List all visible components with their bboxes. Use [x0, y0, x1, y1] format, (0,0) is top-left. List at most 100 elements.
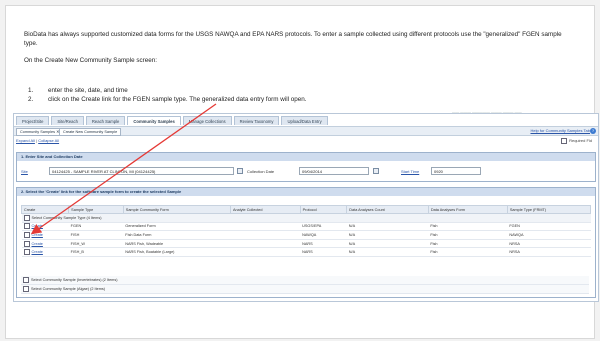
cell-count: N/A — [346, 230, 429, 240]
tab-bar: Project/Site Site/Reach Reach Sample Com… — [14, 116, 328, 125]
panel1-title: 1. Enter Site and Collection Date — [17, 153, 595, 161]
table-row: Create FISH_W NARS Fish, Wadeable NARS N… — [21, 239, 591, 249]
group-label: Select Community Sample (Algae) (2 Items… — [31, 287, 106, 291]
column-header[interactable]: Create — [20, 205, 70, 214]
tab-upload-data-entry[interactable]: Upload/Data Entry — [281, 116, 328, 125]
tab-manage-collections[interactable]: Manage Collections — [182, 116, 232, 125]
group-label: Select Community Sample (Invertebrates) … — [31, 278, 118, 282]
start-time-label[interactable]: Start Time — [401, 169, 419, 174]
step-text: click on the Create link for the FGEN sa… — [48, 96, 307, 103]
cell-protocol: NARS — [300, 247, 347, 257]
cell-protocol: NARS — [300, 239, 347, 249]
column-header[interactable]: Protocol — [299, 205, 348, 214]
cell-sample-type: FISH_B — [68, 247, 124, 257]
group-row[interactable]: Select Community Sample Type (4 Items) — [21, 213, 591, 223]
tab-community-samples[interactable]: Community Samples — [127, 116, 181, 125]
site-label[interactable]: Site — [21, 169, 28, 174]
cell-data-form: Fish — [428, 247, 508, 257]
group-row[interactable]: Select Community Sample (Invertebrates) … — [21, 276, 589, 285]
column-header[interactable]: Sample Type — [68, 205, 124, 214]
start-time-field[interactable]: 0920 — [431, 167, 481, 175]
cell-form: Generalized Form — [123, 222, 231, 232]
sample-type-panel: 2. Select the 'Create' link for the soft… — [16, 187, 596, 298]
biodata-app-screenshot: Project/Site Site/Reach Reach Sample Com… — [13, 113, 599, 302]
expand-all-link[interactable]: Expand All — [16, 138, 35, 143]
collapsed-groups: Select Community Sample (Invertebrates) … — [21, 276, 589, 294]
cell-form: NARS Fish, Wadeable — [123, 239, 231, 249]
step-number: 2. — [28, 96, 34, 103]
intro-lead: On the Create New Community Sample scree… — [24, 57, 157, 64]
table-row: Create FGEN Generalized Form USGS/EPA N/… — [21, 222, 591, 232]
tab-site-reach[interactable]: Site/Reach — [51, 116, 84, 125]
cell-protocol: NAWQA — [300, 230, 347, 240]
create-link[interactable]: Create — [32, 233, 43, 237]
group-row[interactable]: Select Community Sample (Algae) (2 Items… — [21, 285, 589, 294]
cell-code: NRSA — [507, 247, 591, 257]
cell-count: N/A — [346, 239, 429, 249]
sub-toolbar: Community Samples ✕ Create New Community… — [14, 126, 598, 136]
cell-data-form: Fish — [428, 222, 508, 232]
create-link-fgen[interactable]: Create — [32, 224, 43, 228]
column-header[interactable]: Data Analyses Form — [427, 205, 508, 214]
expand-collapse-controls: Expand All | Collapse All — [16, 138, 60, 143]
tab-review-taxonomy[interactable]: Review Taxonomy — [233, 116, 280, 125]
group-label: Select Community Sample Type (4 Items) — [31, 215, 102, 220]
cell-analyte — [230, 239, 301, 249]
step-item: 1. enter the site, date, and time — [28, 86, 307, 95]
step-item: 2. click on the Create link for the FGEN … — [28, 95, 307, 104]
required-checkbox-icon — [561, 138, 568, 144]
step-text: enter the site, date, and time — [48, 87, 128, 94]
collection-date-field[interactable]: 09/04/2014 — [299, 167, 369, 175]
required-label: Required Fld — [569, 138, 592, 144]
site-row: Site 04124425 - SAMPLE RIVER AT CLINTON,… — [21, 167, 591, 177]
date-label: Collection Date — [247, 169, 275, 174]
row-checkbox[interactable] — [23, 231, 30, 238]
cell-code: NRSA — [507, 239, 591, 249]
calendar-icon[interactable] — [373, 168, 379, 174]
row-checkbox[interactable] — [23, 240, 30, 247]
tab-project-site[interactable]: Project/Site — [16, 116, 50, 125]
cell-count: N/A — [346, 222, 429, 232]
steps-list: 1. enter the site, date, and time 2. click… — [28, 86, 307, 104]
intro-text: BioData has always supported customized … — [24, 30, 564, 68]
site-lookup-icon[interactable] — [237, 168, 243, 174]
required-field-note: Required Fld — [561, 138, 592, 144]
cell-sample-type: FISH_W — [68, 239, 124, 249]
column-header[interactable]: Data Analyses Count — [346, 205, 429, 214]
cell-analyte — [230, 222, 301, 232]
panel2-title: 2. Select the 'Create' link for the soft… — [17, 188, 595, 196]
row-checkbox[interactable] — [23, 223, 30, 230]
site-field[interactable]: 04124425 - SAMPLE RIVER AT CLINTON, MI (… — [49, 167, 234, 175]
group-toggle-icon[interactable] — [23, 286, 29, 292]
column-header[interactable]: Analyte Collected — [229, 205, 301, 214]
column-header[interactable]: Sample Type (FRMT) — [506, 205, 592, 214]
cell-code: FGEN — [507, 222, 591, 232]
collapse-all-link[interactable]: Collapse All — [38, 138, 59, 143]
table-header-row: Create Sample Type Sample Community Form… — [20, 205, 592, 214]
cell-form: Fish Data Form — [123, 230, 231, 240]
site-date-panel: 1. Enter Site and Collection Date Site 0… — [16, 152, 596, 182]
cell-protocol: USGS/EPA — [300, 222, 347, 232]
step-number: 1. — [28, 87, 34, 94]
create-new-sample-chip[interactable]: Create New Community Sample — [59, 128, 122, 136]
cell-form: NARS Fish, Boatable (Large) — [123, 247, 231, 257]
group-toggle-icon[interactable] — [23, 214, 30, 221]
tab-reach-sample[interactable]: Reach Sample — [85, 116, 126, 125]
table-row: Create FISH_B NARS Fish, Boatable (Large… — [21, 247, 591, 257]
community-samples-chip[interactable]: Community Samples ✕ — [16, 128, 64, 136]
cell-analyte — [230, 247, 301, 257]
create-link[interactable]: Create — [32, 242, 43, 246]
cell-data-form: Fish — [428, 239, 508, 249]
table-row: Create FISH Fish Data Form NAWQA N/A Fis… — [21, 230, 591, 240]
cell-data-form: Fish — [428, 230, 508, 240]
cell-count: N/A — [346, 247, 429, 257]
cell-sample-type: FGEN — [68, 222, 124, 232]
sample-type-table: Create Sample Type Sample Community Form… — [20, 205, 592, 257]
column-header[interactable]: Sample Community Form — [122, 205, 231, 214]
help-link[interactable]: Help for Community Samples Tab — [530, 128, 590, 134]
help-icon[interactable]: ? — [590, 128, 596, 134]
row-checkbox[interactable] — [23, 249, 30, 256]
cell-analyte — [230, 230, 301, 240]
group-toggle-icon[interactable] — [23, 277, 29, 283]
create-link[interactable]: Create — [32, 250, 43, 254]
